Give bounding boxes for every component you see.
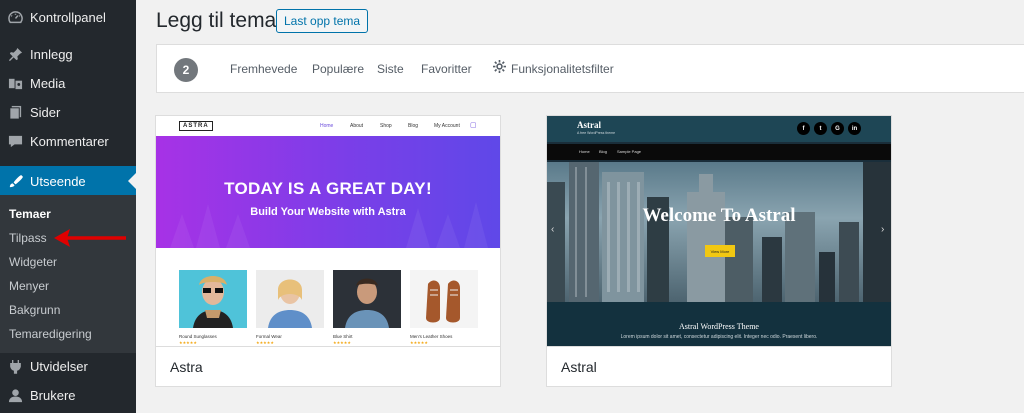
upload-theme-button[interactable]: Last opp tema: [276, 9, 369, 33]
filter-popular-link[interactable]: Populære: [312, 62, 364, 76]
google-plus-icon: G: [831, 122, 844, 135]
sidebar-item-users[interactable]: Brukere: [0, 381, 136, 410]
astral-band-text: Lorem ipsum dolor sit amet, consectetur …: [620, 334, 818, 340]
astral-nav-link: Home: [579, 149, 590, 154]
sidebar-item-dashboard[interactable]: Kontrollpanel: [0, 3, 136, 32]
theme-card-astra[interactable]: ASTRA Home About Shop Blog My Account ▢ …: [155, 115, 501, 387]
appearance-icon: [6, 172, 24, 190]
astra-hero: TODAY IS A GREAT DAY! Build Your Website…: [156, 136, 500, 248]
astra-nav-link: Blog: [408, 123, 419, 129]
sidebar-item-label: Sider: [30, 105, 61, 120]
theme-count-badge: 2: [174, 58, 198, 82]
sidebar-item-label: Media: [30, 76, 66, 91]
pin-icon: [6, 46, 24, 64]
linkedin-icon: in: [848, 122, 861, 135]
astra-nav-link: Shop: [380, 123, 392, 129]
sidebar-item-comments[interactable]: Kommentarer: [0, 127, 136, 156]
rating-stars: ★★★★★: [256, 340, 274, 345]
rating-stars: ★★★★★: [333, 340, 351, 345]
theme-filter-bar: 2 Fremhevede Populære Siste Favoritter F…: [156, 44, 1024, 93]
astral-band-title: Astral WordPress Theme: [679, 322, 759, 331]
submenu-menus[interactable]: Menyer: [9, 279, 49, 293]
pages-icon: [6, 104, 24, 122]
users-icon: [6, 387, 24, 405]
sidebar-item-label: Innlegg: [30, 47, 73, 62]
active-indicator: [128, 173, 136, 189]
twitter-icon: t: [814, 122, 827, 135]
astral-hero-title: Welcome To Astral: [642, 205, 796, 226]
astra-nav-link: My Account: [434, 123, 460, 129]
filter-featured-link[interactable]: Fremhevede: [230, 62, 297, 76]
theme-name-bar[interactable]: Astra: [156, 346, 500, 386]
sidebar-item-label: Brukere: [30, 388, 76, 403]
product-label: Blue Shirt: [333, 334, 353, 339]
astral-nav-link: Blog: [599, 149, 608, 154]
sidebar-item-plugins[interactable]: Utvidelser: [0, 352, 136, 381]
dashboard-icon: [6, 9, 24, 27]
comments-icon: [6, 133, 24, 151]
plugins-icon: [6, 358, 24, 376]
chevron-left-icon: ‹: [551, 224, 555, 235]
red-arrow-annotation: [54, 229, 126, 247]
sidebar-item-label: Kommentarer: [30, 134, 109, 149]
sidebar-item-pages[interactable]: Sider: [0, 98, 136, 127]
rating-stars: ★★★★★: [410, 340, 428, 345]
product-image-blue-shirt: [333, 270, 401, 328]
theme-name: Astra: [170, 359, 203, 375]
facebook-icon: f: [797, 122, 810, 135]
feature-filter-link[interactable]: Funksjonalitetsfilter: [511, 62, 614, 76]
rating-stars: ★★★★★: [179, 340, 197, 345]
admin-sidebar: Kontrollpanel Innlegg Media Sider Kommen…: [0, 0, 136, 413]
astral-nav-link: Sample Page: [617, 149, 642, 154]
astral-preview-nav: Home Blog Sample Page: [547, 144, 891, 160]
chevron-right-icon: ›: [881, 224, 885, 235]
product-label: Men's Leather Shoes: [410, 334, 453, 339]
astra-preview-nav: ASTRA Home About Shop Blog My Account ▢: [156, 116, 500, 136]
astra-logo: ASTRA: [179, 121, 213, 131]
sidebar-item-label: Kontrollpanel: [30, 10, 106, 25]
sidebar-item-posts[interactable]: Innlegg: [0, 40, 136, 69]
theme-screenshot[interactable]: ASTRA Home About Shop Blog My Account ▢ …: [156, 116, 500, 346]
theme-name-bar[interactable]: Astral: [547, 346, 891, 386]
page-title: Legg til tema: [156, 9, 277, 32]
astra-hero-subtitle: Build Your Website with Astra: [250, 206, 406, 218]
astral-tagline: A free WordPress theme: [577, 131, 616, 135]
astral-view-more-button: View More: [705, 245, 735, 257]
astral-logo: Astral: [577, 120, 601, 130]
gear-icon[interactable]: [493, 60, 506, 76]
submenu-background[interactable]: Bakgrunn: [9, 303, 60, 317]
cart-icon: ▢: [470, 122, 477, 129]
submenu-customize[interactable]: Tilpass: [9, 231, 47, 245]
sidebar-item-label: Utvidelser: [30, 359, 88, 374]
filter-latest-link[interactable]: Siste: [377, 62, 404, 76]
submenu-theme-editor[interactable]: Temaredigering: [9, 327, 92, 341]
product-label: Formal Wear: [256, 334, 282, 339]
product-image-sunglasses: [179, 270, 247, 328]
astra-nav-link: About: [350, 123, 364, 129]
sidebar-item-label: Utseende: [30, 173, 86, 189]
theme-screenshot[interactable]: Astral A free WordPress theme f t G in H…: [547, 116, 891, 346]
submenu-themes[interactable]: Temaer: [9, 207, 51, 221]
submenu-widgets[interactable]: Widgeter: [9, 255, 57, 269]
theme-card-astral[interactable]: Astral A free WordPress theme f t G in H…: [546, 115, 892, 387]
media-icon: [6, 75, 24, 93]
astral-preview-header: Astral A free WordPress theme f t G in: [547, 116, 891, 142]
filter-favorites-link[interactable]: Favoritter: [421, 62, 472, 76]
product-image-formal-wear: [256, 270, 324, 328]
product-label: Round Sunglasses: [179, 334, 217, 339]
sidebar-item-media[interactable]: Media: [0, 69, 136, 98]
astra-hero-title: TODAY IS A GREAT DAY!: [224, 179, 432, 198]
product-image-leather-shoes: [410, 270, 478, 328]
astral-hero: Welcome To Astral View More ‹ ›: [547, 162, 891, 302]
appearance-submenu: Temaer Tilpass Widgeter Menyer Bakgrunn …: [0, 195, 136, 353]
theme-name: Astral: [561, 359, 597, 375]
astra-nav-link: Home: [320, 123, 334, 129]
sidebar-item-appearance[interactable]: Utseende: [0, 166, 136, 196]
